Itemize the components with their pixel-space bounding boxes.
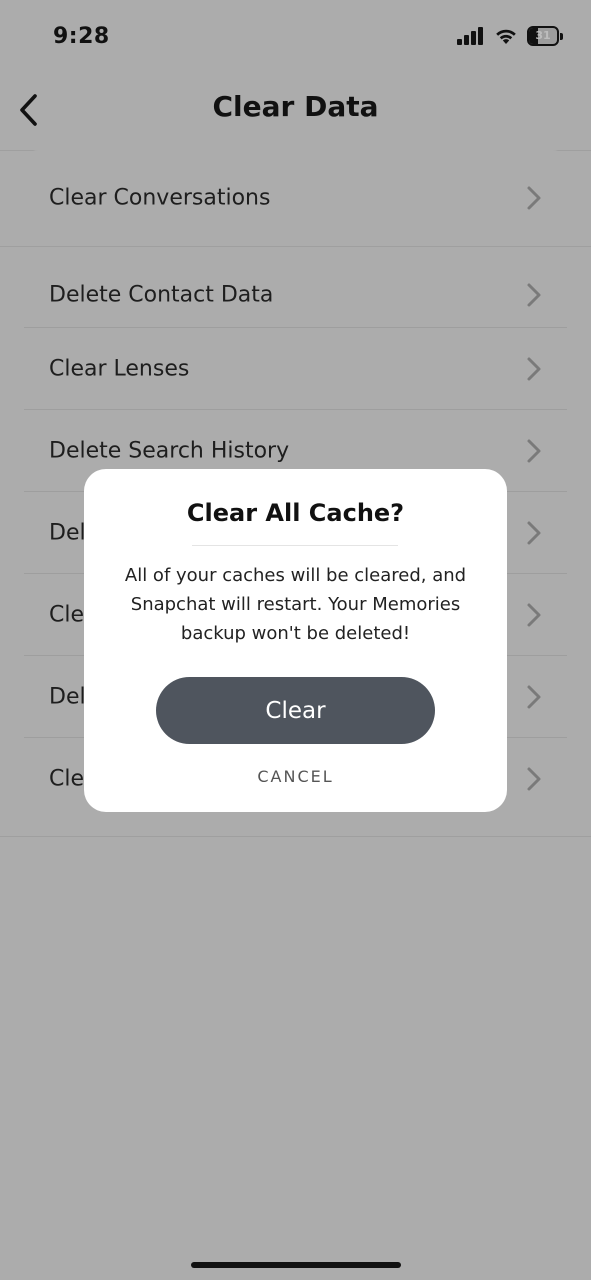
header: Clear Data: [0, 76, 591, 150]
list-item-label: Cle: [49, 602, 85, 627]
list-item-label: Delete Search History: [49, 438, 290, 463]
list-item[interactable]: Delete Contact Data: [24, 262, 567, 328]
battery-icon: 31: [527, 26, 563, 46]
battery-level: 31: [535, 29, 551, 42]
chevron-right-icon: [527, 283, 541, 306]
home-indicator: [191, 1262, 401, 1268]
list-item-label: Clear Conversations: [49, 185, 271, 211]
status-icons: 31: [457, 26, 563, 46]
dialog-title: Clear All Cache?: [186, 499, 405, 527]
chevron-right-icon: [527, 603, 541, 626]
list-item[interactable]: Clear Lenses: [24, 328, 567, 410]
list-item-label: Del: [49, 520, 86, 545]
clear-cache-dialog: Clear All Cache? All of your caches will…: [84, 469, 507, 812]
list-item[interactable]: Clear Conversations: [24, 150, 567, 246]
dialog-separator: [192, 545, 398, 546]
chevron-right-icon: [527, 685, 541, 708]
dialog-message: All of your caches will be cleared, and …: [104, 561, 487, 648]
list-item-label: Del: [49, 684, 86, 709]
dialog-message-line: Snapchat will restart. Your Memories: [130, 594, 461, 615]
status-bar: 9:28 31: [0, 0, 591, 76]
chevron-right-icon: [527, 357, 541, 380]
chevron-right-icon: [527, 521, 541, 544]
chevron-right-icon: [527, 767, 541, 791]
status-time: 9:28: [53, 24, 110, 49]
signal-icon: [457, 27, 483, 45]
cancel-button[interactable]: CANCEL: [84, 767, 507, 786]
dialog-message-line: backup won't be deleted!: [180, 623, 411, 644]
clear-button[interactable]: Clear: [156, 677, 435, 744]
dialog-message-line: All of your caches will be cleared, and: [124, 565, 467, 586]
page-title: Clear Data: [212, 90, 379, 123]
chevron-right-icon: [527, 439, 541, 462]
list-item-label: Cle: [49, 766, 85, 792]
list-group-conversations: Clear Conversations: [24, 150, 567, 246]
section-divider: [0, 246, 591, 247]
wifi-icon: [496, 29, 516, 44]
list-item-label: Clear Lenses: [49, 356, 190, 381]
chevron-right-icon: [527, 186, 541, 210]
list-item-label: Delete Contact Data: [49, 282, 274, 307]
section-divider: [0, 836, 591, 837]
